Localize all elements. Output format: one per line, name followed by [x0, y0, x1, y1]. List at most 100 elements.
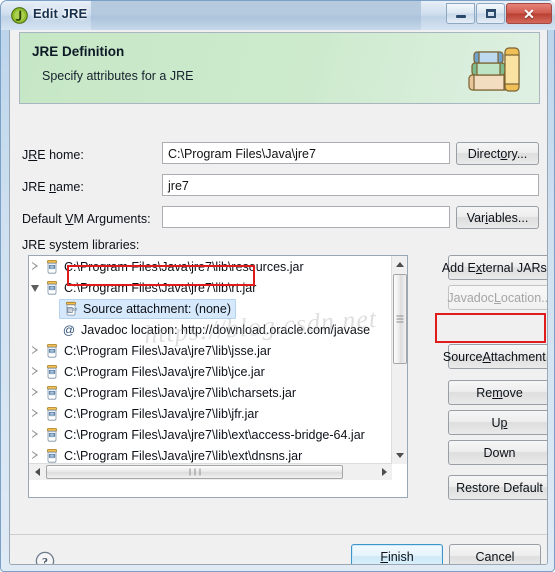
- scroll-up-button[interactable]: [392, 256, 407, 273]
- restore-default-button[interactable]: Restore Default: [448, 475, 547, 500]
- source-attachment-button[interactable]: Source Attachment...: [443, 344, 547, 369]
- help-question-icon[interactable]: ?: [35, 551, 55, 565]
- tree-horizontal-scrollbar[interactable]: [29, 463, 392, 480]
- tree-row[interactable]: @ Javadoc location: http://download.oracl…: [29, 319, 392, 340]
- svg-text:010: 010: [49, 433, 55, 437]
- page-subtitle: Specify attributes for a JRE: [42, 69, 194, 83]
- vm-arguments-input[interactable]: [162, 206, 450, 228]
- maximize-icon: [485, 9, 496, 18]
- add-external-jars-button[interactable]: Add External JARs...: [442, 255, 547, 280]
- svg-text:010: 010: [49, 454, 55, 458]
- tree-row-label: Source attachment: (none): [83, 302, 231, 316]
- svg-text:10: 10: [72, 306, 77, 311]
- tree-row[interactable]: 010 C:\Program Files\Java\jre7\lib\jfr.ja…: [29, 403, 392, 424]
- expand-arrow-icon[interactable]: [29, 382, 42, 403]
- tree-row-label: C:\Program Files\Java\jre7\lib\jce.jar: [64, 365, 265, 379]
- page-banner: JRE Definition Specify attributes for a …: [19, 32, 540, 104]
- jar-icon: 010: [47, 406, 57, 421]
- tree-row-content: 010 C:\Program Files\Java\jre7\lib\charse…: [42, 385, 296, 401]
- tree-row-content: 010 C:\Program Files\Java\jre7\lib\rt.jar: [42, 280, 256, 296]
- jre-name-label: JRE name:: [22, 180, 84, 194]
- chevron-down-icon: [396, 453, 404, 458]
- tree-row-content: 010 C:\Program Files\Java\jre7\lib\resour…: [42, 259, 304, 275]
- tree-row-label: C:\Program Files\Java\jre7\lib\ext\dnsns…: [64, 449, 303, 463]
- expand-arrow-icon[interactable]: [29, 424, 42, 445]
- jar-icon: 010: [47, 280, 57, 295]
- jar-icon: 010: [47, 259, 57, 274]
- scroll-grip-icon: [187, 468, 202, 476]
- tree-vertical-scrollbar[interactable]: [391, 256, 407, 464]
- jre-home-label: JRE home:: [22, 148, 84, 162]
- jar-icon: 010: [47, 385, 57, 400]
- window-controls: ✕: [445, 3, 552, 25]
- close-button[interactable]: ✕: [506, 3, 552, 24]
- tree-row-label: C:\Program Files\Java\jre7\lib\charsets.…: [64, 386, 297, 400]
- jre-green-circle-icon: [11, 7, 28, 24]
- tree-row-content: @ Javadoc location: http://download.oracl…: [59, 322, 371, 338]
- tree-row-content: 010 C:\Program Files\Java\jre7\lib\jfr.ja…: [42, 406, 259, 422]
- tree-row-label: C:\Program Files\Java\jre7\lib\rt.jar: [64, 281, 257, 295]
- minimize-button[interactable]: [446, 3, 475, 24]
- chevron-right-icon: [31, 346, 40, 355]
- tree-row-label: C:\Program Files\Java\jre7\lib\jfr.jar: [64, 407, 259, 421]
- tree-row-content: 010 C:\Program Files\Java\jre7\lib\ext\ac…: [42, 427, 365, 443]
- remove-button[interactable]: Re m ove: [448, 380, 547, 405]
- tree-row[interactable]: 010 C:\Program Files\Java\jre7\lib\rt.jar: [29, 277, 392, 298]
- javadoc-location-button: Javadoc Location...: [447, 285, 547, 310]
- expand-arrow-icon[interactable]: [29, 340, 42, 361]
- up-button[interactable]: Up: [448, 410, 547, 435]
- tree-row-label: C:\Program Files\Java\jre7\lib\resources…: [64, 260, 304, 274]
- tree-row[interactable]: 010 C:\Program Files\Java\jre7\lib\ext\dn…: [29, 445, 392, 464]
- tree-row[interactable]: 010 C:\Program Files\Java\jre7\lib\jsse.j…: [29, 340, 392, 361]
- expand-arrow-icon[interactable]: [29, 445, 42, 464]
- chevron-right-icon: [31, 409, 40, 418]
- title-bar[interactable]: Edit JRE ✕: [1, 1, 555, 30]
- directory-button[interactable]: Direct o ry...: [456, 142, 539, 165]
- tree-row-content: 010 C:\Program Files\Java\jre7\lib\jsse.j…: [42, 343, 271, 359]
- collapse-arrow-icon[interactable]: [29, 277, 42, 298]
- tree-row-label: C:\Program Files\Java\jre7\lib\jsse.jar: [64, 344, 272, 358]
- tree-row-label: Javadoc location: http://download.oracle…: [81, 323, 371, 337]
- down-button[interactable]: Down: [448, 440, 547, 465]
- chevron-up-icon: [396, 262, 404, 267]
- dialog-client-area: JRE Definition Specify attributes for a …: [9, 30, 548, 565]
- tree-row[interactable]: 010 C:\Program Files\Java\jre7\lib\resour…: [29, 256, 392, 277]
- tree-row-content: 010 C:\Program Files\Java\jre7\lib\ext\dn…: [42, 448, 302, 464]
- svg-text:010: 010: [49, 391, 55, 395]
- scroll-right-button[interactable]: [376, 464, 392, 480]
- expand-arrow-icon[interactable]: [29, 256, 42, 277]
- scroll-left-button[interactable]: [29, 464, 45, 480]
- chevron-right-icon: [31, 388, 40, 397]
- jar-icon: 010: [47, 364, 57, 379]
- expand-arrow-icon[interactable]: [29, 403, 42, 424]
- svg-text:010: 010: [49, 286, 55, 290]
- tree-row[interactable]: 010 C:\Program Files\Java\jre7\lib\ext\ac…: [29, 424, 392, 445]
- jre-name-input[interactable]: jre7: [162, 174, 539, 196]
- page-title: JRE Definition: [32, 44, 125, 59]
- scroll-grip-icon: [396, 314, 404, 325]
- svg-text:010: 010: [49, 349, 55, 353]
- vm-arguments-label: Default VM Arguments:: [22, 212, 151, 226]
- books-stack-icon: [468, 47, 520, 92]
- tree-rows-container: 010 C:\Program Files\Java\jre7\lib\resour…: [29, 256, 392, 464]
- horizontal-scroll-thumb[interactable]: [46, 465, 343, 479]
- jar-icon: 010: [47, 427, 57, 442]
- cancel-button[interactable]: Cancel: [449, 544, 541, 564]
- jar-icon: 010: [47, 448, 57, 463]
- tree-row[interactable]: 010 C:\Program Files\Java\jre7\lib\jce.ja…: [29, 361, 392, 382]
- jre-system-libraries-tree[interactable]: 010 C:\Program Files\Java\jre7\lib\resour…: [28, 255, 408, 498]
- maximize-button[interactable]: [476, 3, 505, 24]
- tree-row[interactable]: 10 Source attachment: (none): [29, 298, 392, 319]
- vertical-scroll-thumb[interactable]: [393, 274, 407, 364]
- expand-arrow-icon[interactable]: [29, 361, 42, 382]
- jre-home-input[interactable]: C:\Program Files\Java\jre7: [162, 142, 450, 164]
- chevron-down-icon: [31, 283, 40, 292]
- chevron-right-icon: [31, 367, 40, 376]
- svg-text:?: ?: [42, 554, 48, 565]
- variables-button[interactable]: Var i ables...: [456, 206, 539, 229]
- finish-button[interactable]: Finish: [351, 544, 443, 564]
- scroll-down-button[interactable]: [392, 447, 407, 464]
- tree-row-label: C:\Program Files\Java\jre7\lib\ext\acces…: [64, 428, 365, 442]
- tree-row[interactable]: 010 C:\Program Files\Java\jre7\lib\charse…: [29, 382, 392, 403]
